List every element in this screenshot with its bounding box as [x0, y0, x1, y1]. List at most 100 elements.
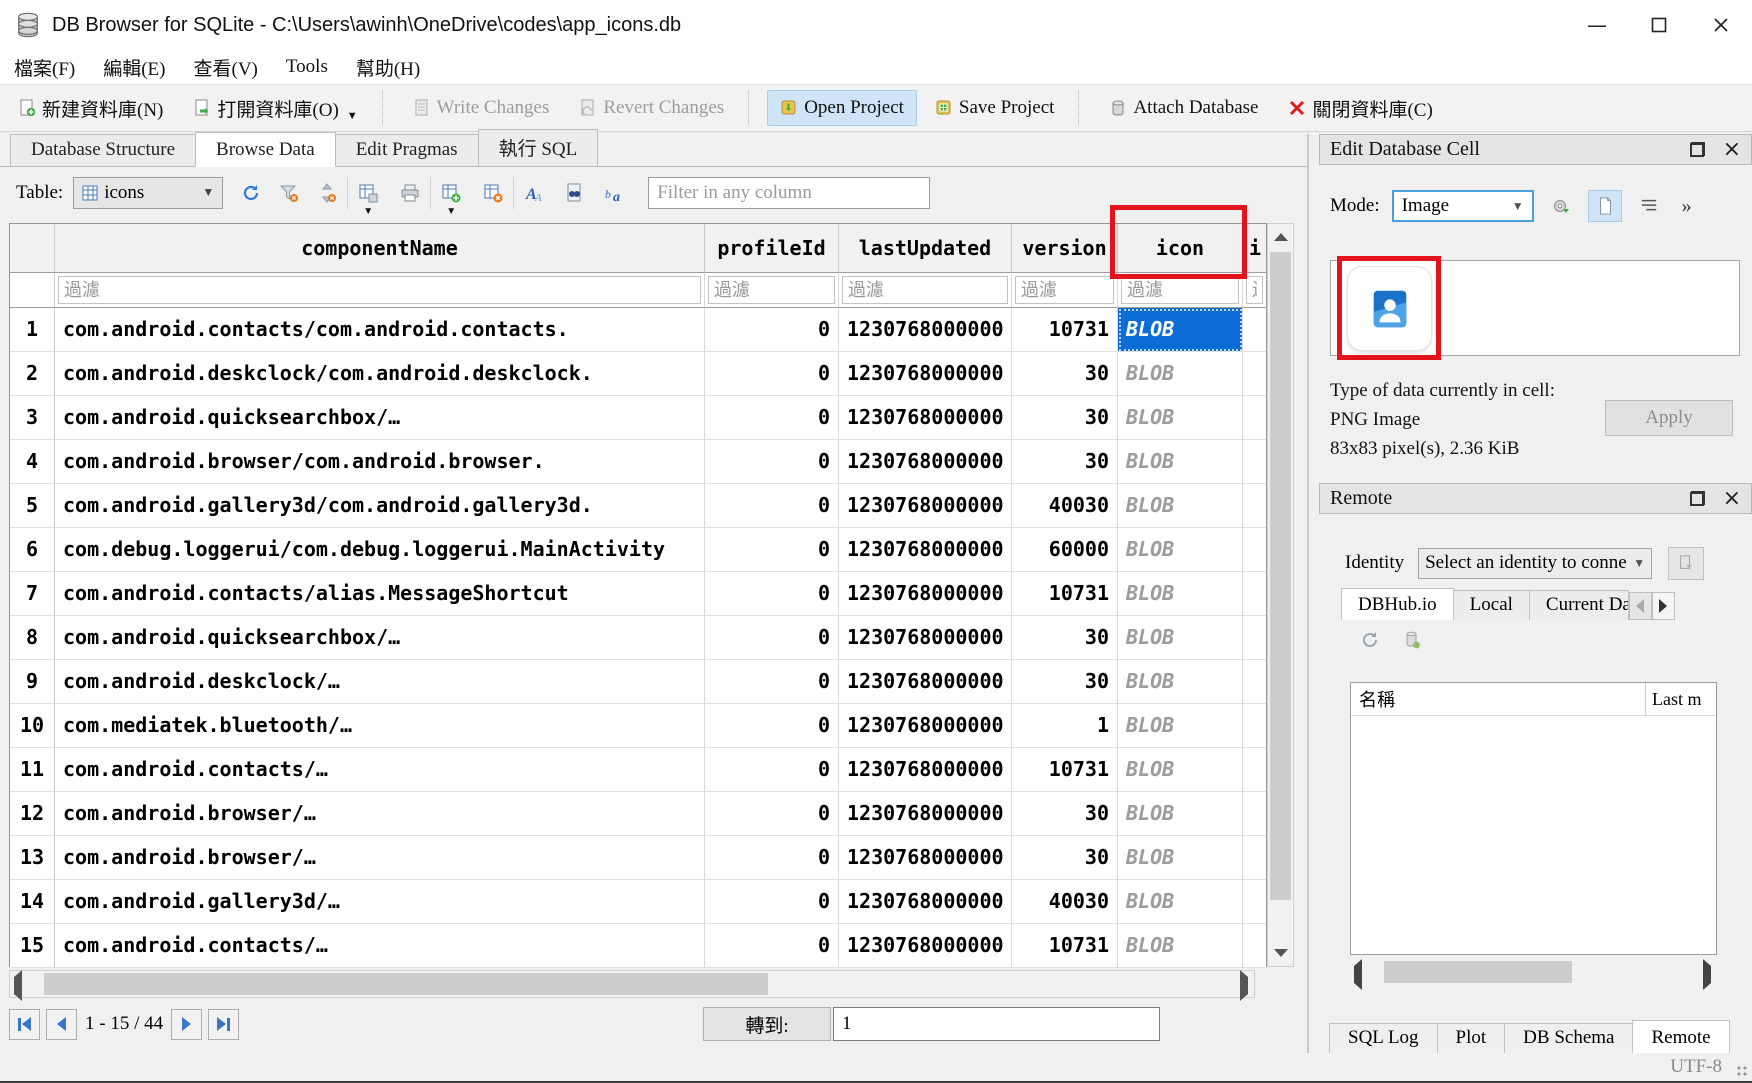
import-certificate-button[interactable] [1668, 547, 1704, 580]
goto-button[interactable]: 轉到: [703, 1007, 831, 1041]
updated-cell[interactable]: 1230768000000 [839, 616, 1012, 660]
updated-cell[interactable]: 1230768000000 [839, 572, 1012, 616]
column-header-icon[interactable]: icon [1118, 224, 1243, 273]
updated-cell[interactable]: 1230768000000 [839, 660, 1012, 704]
remote-tab-dbhub[interactable]: DBHub.io [1341, 588, 1454, 620]
blob-cell[interactable]: BLOB [1118, 748, 1243, 792]
partial-cell[interactable] [1243, 748, 1266, 792]
save-results-icon[interactable]: ▼ [358, 183, 378, 203]
refresh-icon[interactable] [241, 183, 261, 203]
profile-cell[interactable]: 0 [705, 924, 839, 968]
scroll-up-arrow[interactable] [1268, 224, 1293, 250]
font-size-icon[interactable]: ba [604, 183, 624, 203]
clear-filters-icon[interactable] [279, 183, 299, 203]
attach-database-button[interactable]: Attach Database [1097, 91, 1270, 125]
row-number-cell[interactable]: 9 [10, 660, 55, 704]
row-number-cell[interactable]: 10 [10, 704, 55, 748]
menu-help[interactable]: 幫助(H) [342, 50, 434, 84]
close-panel-icon[interactable]: × [1723, 491, 1741, 506]
text-view-button[interactable] [1588, 190, 1622, 222]
blob-cell[interactable]: BLOB [1118, 880, 1243, 924]
version-cell[interactable]: 40030 [1012, 484, 1118, 528]
tab-edit-pragmas[interactable]: Edit Pragmas [335, 134, 479, 166]
partial-cell[interactable] [1243, 616, 1266, 660]
partial-cell[interactable] [1243, 704, 1266, 748]
minimize-button[interactable]: — [1566, 0, 1628, 50]
component-cell[interactable]: com.android.contacts/… [55, 748, 705, 792]
filter-input-version[interactable] [1015, 276, 1114, 304]
clear-sort-icon[interactable] [317, 183, 337, 203]
updated-cell[interactable]: 1230768000000 [839, 308, 1012, 352]
next-page-button[interactable] [171, 1009, 202, 1040]
component-cell[interactable]: com.android.deskclock/… [55, 660, 705, 704]
find-in-table-icon[interactable] [564, 183, 584, 203]
profile-cell[interactable]: 0 [705, 660, 839, 704]
profile-cell[interactable]: 0 [705, 440, 839, 484]
menu-file[interactable]: 檔案(F) [0, 50, 89, 84]
new-database-button[interactable]: 新建資料庫(N) [6, 89, 175, 128]
profile-cell[interactable]: 0 [705, 792, 839, 836]
updated-cell[interactable]: 1230768000000 [839, 880, 1012, 924]
blob-cell[interactable]: BLOB [1118, 704, 1243, 748]
column-header-profileId[interactable]: profileId [705, 224, 839, 273]
remote-tab-local[interactable]: Local [1453, 590, 1530, 620]
partial-cell[interactable] [1243, 308, 1266, 352]
remote-tabs-scroll-left[interactable] [1629, 592, 1652, 620]
save-project-button[interactable]: Save Project [923, 91, 1067, 125]
column-header-version[interactable]: version [1012, 224, 1118, 273]
row-number-cell[interactable]: 8 [10, 616, 55, 660]
updated-cell[interactable]: 1230768000000 [839, 440, 1012, 484]
profile-cell[interactable]: 0 [705, 528, 839, 572]
blob-cell[interactable]: BLOB [1118, 924, 1243, 968]
version-cell[interactable]: 1 [1012, 704, 1118, 748]
version-cell[interactable]: 60000 [1012, 528, 1118, 572]
profile-cell[interactable]: 0 [705, 880, 839, 924]
partial-cell[interactable] [1243, 792, 1266, 836]
column-header-lastUpdated[interactable]: lastUpdated [839, 224, 1012, 273]
partial-cell[interactable] [1243, 352, 1266, 396]
menu-tools[interactable]: Tools [272, 50, 342, 84]
version-cell[interactable]: 40030 [1012, 880, 1118, 924]
component-cell[interactable]: com.mediatek.bluetooth/… [55, 704, 705, 748]
remote-list-scrollbar[interactable] [1350, 959, 1717, 986]
profile-cell[interactable]: 0 [705, 352, 839, 396]
version-cell[interactable]: 30 [1012, 396, 1118, 440]
prev-page-button[interactable] [46, 1009, 77, 1040]
component-cell[interactable]: com.android.contacts/… [55, 924, 705, 968]
version-cell[interactable]: 30 [1012, 440, 1118, 484]
profile-cell[interactable]: 0 [705, 396, 839, 440]
filter-input-componentName[interactable] [58, 276, 701, 304]
print-icon[interactable] [400, 183, 420, 203]
updated-cell[interactable]: 1230768000000 [839, 396, 1012, 440]
row-number-cell[interactable]: 5 [10, 484, 55, 528]
version-cell[interactable]: 30 [1012, 792, 1118, 836]
updated-cell[interactable]: 1230768000000 [839, 748, 1012, 792]
last-page-button[interactable] [208, 1009, 239, 1040]
filter-input-partial[interactable] [1246, 276, 1263, 304]
open-project-button[interactable]: Open Project [767, 90, 917, 126]
row-number-cell[interactable]: 3 [10, 396, 55, 440]
version-cell[interactable]: 30 [1012, 352, 1118, 396]
blob-cell[interactable]: BLOB [1118, 836, 1243, 880]
component-cell[interactable]: com.android.gallery3d/… [55, 880, 705, 924]
maximize-button[interactable] [1628, 0, 1690, 50]
row-number-cell[interactable]: 1 [10, 308, 55, 352]
component-cell[interactable]: com.android.contacts/com.android.contact… [55, 308, 705, 352]
row-number-cell[interactable]: 11 [10, 748, 55, 792]
blob-cell[interactable]: BLOB [1118, 528, 1243, 572]
row-number-cell[interactable]: 14 [10, 880, 55, 924]
open-database-dropdown-arrow[interactable]: ▼ [347, 110, 358, 122]
remote-scroll-thumb[interactable] [1384, 961, 1572, 983]
goto-record-input[interactable] [833, 1007, 1160, 1041]
first-page-button[interactable] [9, 1009, 40, 1040]
remote-tabs-scroll-right[interactable] [1652, 592, 1675, 620]
component-cell[interactable]: com.android.contacts/alias.MessageShortc… [55, 572, 705, 616]
partial-cell[interactable] [1243, 396, 1266, 440]
profile-cell[interactable]: 0 [705, 836, 839, 880]
global-filter-input[interactable] [648, 177, 930, 209]
remote-list-header-modified[interactable]: Last m [1646, 683, 1716, 715]
menu-view[interactable]: 查看(V) [180, 50, 272, 84]
resize-grip[interactable] [1736, 1065, 1748, 1077]
horizontal-scroll-thumb[interactable] [44, 973, 768, 995]
scroll-left-arrow[interactable] [14, 977, 22, 995]
